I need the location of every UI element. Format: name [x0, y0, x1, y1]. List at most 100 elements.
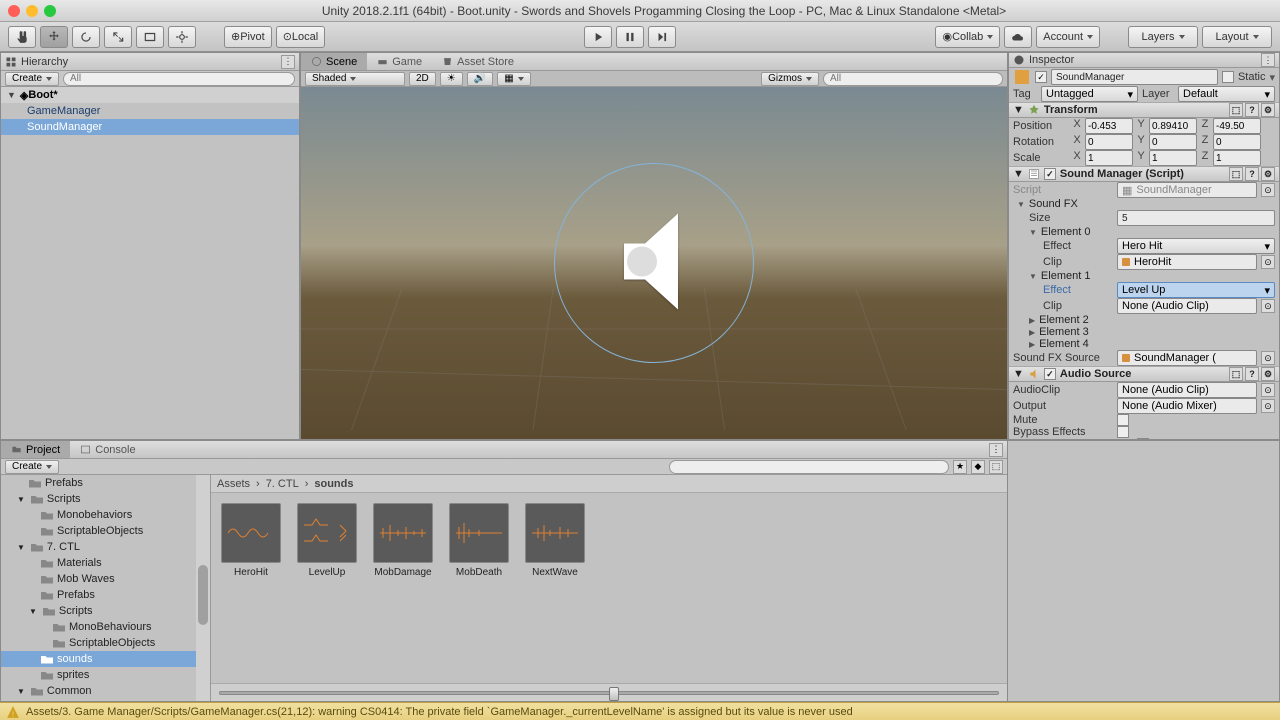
hierarchy-item-soundmanager[interactable]: SoundManager: [1, 119, 299, 135]
breadcrumb-assets[interactable]: Assets: [217, 478, 250, 490]
tab-console[interactable]: Console: [70, 441, 145, 458]
tab-project[interactable]: Project: [1, 441, 70, 458]
asset-levelup[interactable]: LevelUp: [297, 503, 357, 578]
output-field[interactable]: None (Audio Mixer): [1117, 398, 1257, 414]
lighting-toggle[interactable]: ☀: [440, 72, 463, 86]
project-search[interactable]: [669, 460, 949, 474]
shading-mode[interactable]: Shaded: [305, 72, 405, 86]
audio-toggle[interactable]: 🔊: [467, 72, 493, 86]
element4-fold[interactable]: ▶Element 4: [1009, 338, 1279, 350]
el1-clip[interactable]: None (Audio Clip): [1117, 298, 1257, 314]
pos-z[interactable]: [1213, 118, 1261, 134]
asset-herohit[interactable]: HeroHit: [221, 503, 281, 578]
scene-view[interactable]: [301, 87, 1007, 439]
scl-z[interactable]: [1213, 150, 1261, 166]
gizmos-toggle[interactable]: Gizmos: [761, 72, 819, 86]
el0-clip[interactable]: HeroHit: [1117, 254, 1257, 270]
soundmanager-enabled[interactable]: ✓: [1044, 168, 1056, 180]
tree-monobehaviors[interactable]: Monobehaviors: [1, 507, 210, 523]
transform-header[interactable]: ▼ Transform ⬚?⚙: [1009, 102, 1279, 118]
pos-x[interactable]: [1085, 118, 1133, 134]
el0-effect[interactable]: Hero Hit▾: [1117, 238, 1275, 254]
project-tree-scrollbar[interactable]: [196, 475, 210, 701]
tab-scene[interactable]: Scene: [301, 53, 367, 70]
tree-monobehaviours2[interactable]: MonoBehaviours: [1, 619, 210, 635]
breadcrumb-sounds[interactable]: sounds: [314, 478, 353, 490]
hierarchy-scene-root[interactable]: ▼◈ Boot*: [1, 87, 299, 103]
rot-z[interactable]: [1213, 134, 1261, 150]
element2-fold[interactable]: ▶Element 2: [1009, 314, 1279, 326]
scale-tool[interactable]: [104, 26, 132, 48]
audiosource-header[interactable]: ▼ ✓ Audio Source ⬚?⚙: [1009, 366, 1279, 382]
layer-dropdown[interactable]: Default▾: [1178, 86, 1275, 102]
el1-effect[interactable]: Level Up▾: [1117, 282, 1275, 298]
2d-toggle[interactable]: 2D: [409, 72, 436, 86]
account-button[interactable]: Account: [1036, 26, 1100, 48]
active-checkbox[interactable]: ✓: [1035, 71, 1047, 83]
layers-button[interactable]: Layers: [1128, 26, 1198, 48]
scene-search[interactable]: [823, 72, 1003, 86]
bypass-effects-checkbox[interactable]: [1117, 426, 1129, 438]
tree-prefabs[interactable]: Prefabs: [1, 475, 210, 491]
hierarchy-options[interactable]: ⋮: [281, 55, 295, 69]
local-button[interactable]: ⊙ Local: [276, 26, 326, 48]
tree-scriptableobjects[interactable]: ScriptableObjects: [1, 523, 210, 539]
minimize-icon[interactable]: [26, 5, 38, 17]
hierarchy-search[interactable]: [63, 72, 295, 86]
close-icon[interactable]: [8, 5, 20, 17]
maximize-icon[interactable]: [44, 5, 56, 17]
tree-7ctl[interactable]: ▼7. CTL: [1, 539, 210, 555]
favorite-icon[interactable]: ★: [953, 460, 967, 474]
save-search-icon[interactable]: ⬚: [989, 460, 1003, 474]
static-checkbox[interactable]: [1222, 71, 1234, 83]
soundmanager-header[interactable]: ▼ ✓ Sound Manager (Script) ⬚?⚙: [1009, 166, 1279, 182]
element0-fold[interactable]: ▼Element 0: [1009, 226, 1279, 238]
pause-button[interactable]: [616, 26, 644, 48]
scl-y[interactable]: [1149, 150, 1197, 166]
audiosource-enabled[interactable]: ✓: [1044, 368, 1056, 380]
cloud-button[interactable]: [1004, 26, 1032, 48]
element3-fold[interactable]: ▶Element 3: [1009, 326, 1279, 338]
rot-y[interactable]: [1149, 134, 1197, 150]
status-text[interactable]: Assets/3. Game Manager/Scripts/GameManag…: [26, 706, 853, 718]
tree-mobwaves[interactable]: Mob Waves: [1, 571, 210, 587]
hand-tool[interactable]: [8, 26, 36, 48]
thumbnail-size-slider[interactable]: [219, 691, 999, 695]
asset-nextwave[interactable]: NextWave: [525, 503, 585, 578]
play-button[interactable]: [584, 26, 612, 48]
move-tool[interactable]: [40, 26, 68, 48]
pos-y[interactable]: [1149, 118, 1197, 134]
audioclip-field[interactable]: None (Audio Clip): [1117, 382, 1257, 398]
step-button[interactable]: [648, 26, 676, 48]
asset-mobdamage[interactable]: MobDamage: [373, 503, 433, 578]
layout-button[interactable]: Layout: [1202, 26, 1272, 48]
gameobject-name[interactable]: [1051, 69, 1218, 85]
tree-scripts[interactable]: ▼Scripts: [1, 491, 210, 507]
tree-sounds[interactable]: sounds: [1, 651, 210, 667]
tree-scriptableobjects2[interactable]: ScriptableObjects: [1, 635, 210, 651]
hierarchy-create-button[interactable]: Create: [5, 72, 59, 86]
mute-checkbox[interactable]: [1117, 414, 1129, 426]
fxsource-field[interactable]: SoundManager (: [1117, 350, 1257, 366]
tree-prefabs2[interactable]: Prefabs: [1, 587, 210, 603]
breadcrumb-7ctl[interactable]: 7. CTL: [266, 478, 299, 490]
tab-asset-store[interactable]: Asset Store: [432, 53, 524, 70]
asset-mobdeath[interactable]: MobDeath: [449, 503, 509, 578]
inspector-options[interactable]: ⋮: [1261, 53, 1275, 67]
rotate-tool[interactable]: [72, 26, 100, 48]
tree-scripts2[interactable]: ▼Scripts: [1, 603, 210, 619]
pivot-button[interactable]: ⊕ Pivot: [224, 26, 272, 48]
size-field[interactable]: [1117, 210, 1275, 226]
tag-dropdown[interactable]: Untagged▾: [1041, 86, 1138, 102]
soundfx-fold[interactable]: ▼Sound FX: [1009, 198, 1279, 210]
transform-tool[interactable]: [168, 26, 196, 48]
transform-menu[interactable]: ⬚?⚙: [1229, 103, 1275, 117]
tree-common[interactable]: ▼Common: [1, 683, 210, 699]
rect-tool[interactable]: [136, 26, 164, 48]
rot-x[interactable]: [1085, 134, 1133, 150]
tree-materials[interactable]: Materials: [1, 555, 210, 571]
fx-toggle[interactable]: ▦: [497, 72, 530, 86]
project-create-button[interactable]: Create: [5, 460, 59, 474]
element1-fold[interactable]: ▼Element 1: [1009, 270, 1279, 282]
hierarchy-item-gamemanager[interactable]: GameManager: [1, 103, 299, 119]
